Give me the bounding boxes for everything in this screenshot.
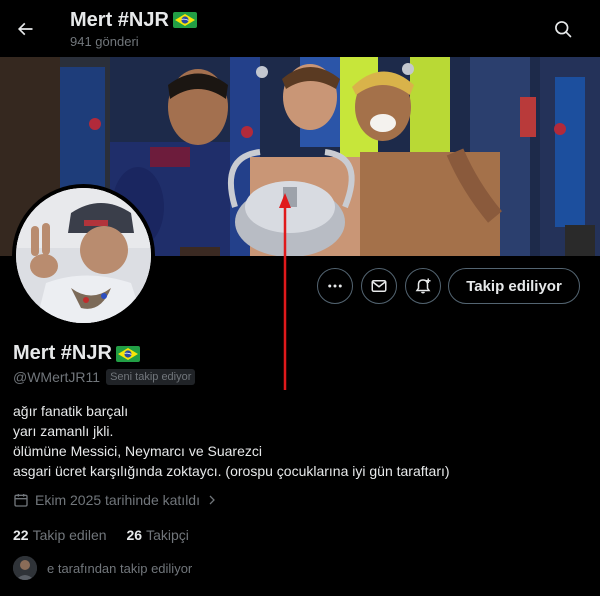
follower-avatar: [13, 556, 37, 580]
followed-by-row[interactable]: e tarafından takip ediliyor: [13, 556, 192, 580]
bio-line: ağır fanatik barçalı: [13, 403, 129, 419]
followers-link[interactable]: 26 Takipçi: [127, 527, 189, 543]
profile-header: Mert #NJR 941 gönderi: [0, 0, 600, 57]
message-button[interactable]: [361, 268, 397, 304]
bell-plus-icon: [415, 278, 431, 294]
following-label: Takip edilen: [32, 527, 107, 543]
follow-stats: 22 Takip edilen 26 Takipçi: [13, 527, 189, 543]
profile-handle: @WMertJR11: [13, 369, 101, 385]
following-button[interactable]: Takip ediliyor: [448, 268, 580, 304]
profile-bio: ağır fanatik barçalı yarı zamanlı jkli. …: [13, 401, 450, 481]
back-button[interactable]: [8, 12, 42, 46]
more-options-button[interactable]: [317, 268, 353, 304]
envelope-icon: [371, 280, 387, 292]
more-horizontal-icon: [328, 284, 342, 288]
header-title-text: Mert #NJR: [70, 9, 169, 31]
bio-line: yarı zamanlı jkli.: [13, 423, 114, 439]
bio-line: asgari ücret karşılığında zoktaycı. (oro…: [13, 463, 450, 479]
avatar-image: [16, 188, 151, 323]
following-link[interactable]: 22 Takip edilen: [13, 527, 107, 543]
brazil-flag-icon: [115, 345, 140, 362]
arrow-left-icon: [17, 22, 33, 36]
chevron-right-icon: [209, 495, 215, 505]
search-button[interactable]: [546, 12, 580, 46]
handle-row: @WMertJR11 Seni takip ediyor: [13, 369, 196, 385]
bio-line: ölümüne Messici, Neymarcı ve Suarezci: [13, 443, 262, 459]
profile-name-text: Mert #NJR: [13, 342, 112, 364]
followers-count: 26: [126, 527, 143, 543]
notifications-button[interactable]: [405, 268, 441, 304]
post-count: 941 gönderi: [70, 34, 139, 49]
joined-date[interactable]: Ekim 2025 tarihinde katıldı: [13, 492, 218, 508]
brazil-flag-icon: [172, 12, 197, 28]
calendar-icon: [14, 494, 28, 507]
joined-text: Ekim 2025 tarihinde katıldı: [35, 492, 200, 508]
header-title-group: Mert #NJR 941 gönderi: [70, 8, 197, 49]
header-title: Mert #NJR: [70, 8, 197, 32]
follows-you-badge: Seni takip ediyor: [106, 369, 196, 385]
followers-label: Takipçi: [146, 527, 189, 543]
avatar-photo: [16, 188, 151, 323]
following-count: 22: [13, 527, 29, 543]
profile-name: Mert #NJR: [13, 342, 140, 365]
search-icon: [555, 21, 572, 38]
profile-avatar[interactable]: [12, 184, 155, 327]
followed-by-text: e tarafından takip ediliyor: [47, 560, 193, 576]
